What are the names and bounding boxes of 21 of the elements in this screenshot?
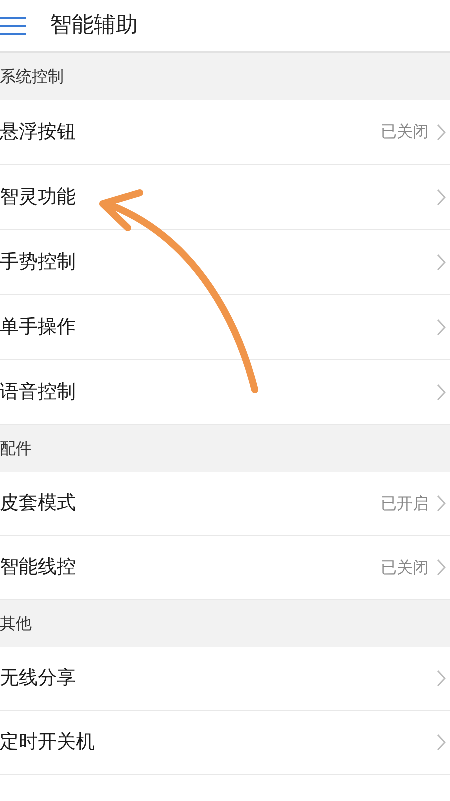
settings-row[interactable]: 手势控制	[0, 230, 450, 295]
chevron-right-icon	[437, 254, 446, 270]
section-header: 其他	[0, 612, 32, 634]
chevron-right-icon	[437, 734, 446, 751]
chevron-right-icon	[437, 559, 446, 576]
section-header: 系统控制	[0, 66, 64, 88]
chevron-right-icon	[437, 384, 446, 400]
page-title: 智能辅助	[50, 12, 138, 40]
settings-row[interactable]: 单手操作	[0, 295, 450, 360]
chevron-right-icon	[437, 495, 446, 512]
settings-row[interactable]: 智灵功能	[0, 165, 450, 230]
section-header: 配件	[0, 438, 32, 460]
chevron-right-icon	[437, 670, 446, 687]
settings-row[interactable]: 皮套模式 已开启	[0, 472, 450, 536]
chevron-right-icon	[437, 124, 446, 140]
chevron-right-icon	[437, 318, 446, 336]
settings-row[interactable]: 悬浮按钮 已关闭	[0, 100, 450, 165]
settings-row[interactable]: 定时开关机	[0, 711, 450, 775]
menu-icon[interactable]	[0, 16, 26, 36]
settings-row[interactable]: 无线分享	[0, 647, 450, 711]
chevron-right-icon	[437, 188, 446, 206]
